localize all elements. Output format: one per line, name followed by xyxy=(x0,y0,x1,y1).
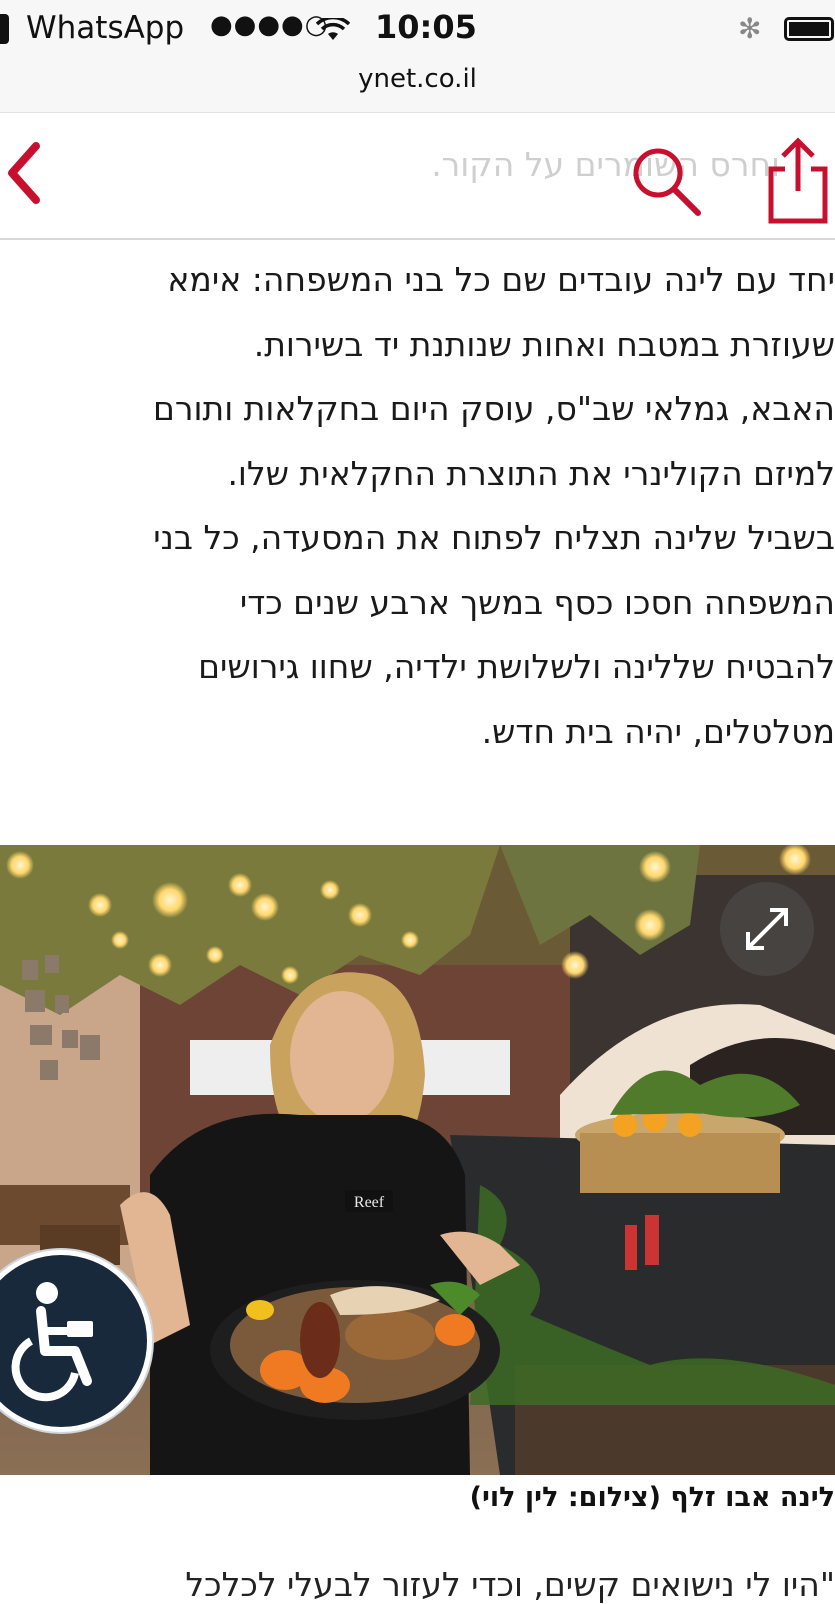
address-bar[interactable]: ynet.co.il xyxy=(0,60,835,113)
faded-teaser-text: וחרס השומרים על הקור. xyxy=(431,145,780,184)
share-icon[interactable] xyxy=(765,135,831,225)
bluetooth-icon: ✻ xyxy=(738,12,762,45)
chevron-left-icon[interactable] xyxy=(4,138,44,208)
search-icon[interactable] xyxy=(628,143,704,219)
article-line: המשפחה חסכו כסף במשך ארבע שנים כדי xyxy=(239,582,835,622)
app-back-indicator xyxy=(0,14,9,44)
wifi-icon xyxy=(316,18,350,40)
article-line: האבא, גמלאי שב"ס, עוסק היום בחקלאות ותור… xyxy=(153,389,835,428)
article-line: להבטיח שללינה ולשלושת ילדיה, שחוו גירושי… xyxy=(198,647,835,686)
expand-icon xyxy=(746,908,788,950)
svg-text:Reef: Reef xyxy=(354,1194,385,1211)
site-header: וחרס השומרים על הקור. xyxy=(0,113,835,240)
photo-caption: לינה אבו זלף (צילום: לין לוי) xyxy=(469,1482,835,1513)
article-next-line: "היו לי נישואים קשים, וכדי לעזור לבעלי ל… xyxy=(185,1565,835,1604)
article-line: מטלטלים, יהיה בית חדש. xyxy=(481,711,835,751)
article-line: בשביל שלינה תצליח לפתוח את המסעדה, כל בנ… xyxy=(153,518,835,557)
status-bar: WhatsApp ●●●●○ 10:05 ✻ xyxy=(0,0,835,60)
expand-photo-button[interactable] xyxy=(720,882,814,976)
article-line: למיזם הקולינרי את התוצרת החקלאית שלו. xyxy=(227,453,835,493)
wheelchair-accessibility-icon xyxy=(11,1282,93,1402)
back-to-app-label[interactable]: WhatsApp xyxy=(26,10,184,46)
article-line: שעוזרת במטבח ואחות שנותנת יד בשירות. xyxy=(253,324,835,364)
battery-icon xyxy=(784,17,834,41)
signal-strength: ●●●●○ xyxy=(210,10,329,40)
clock: 10:05 xyxy=(375,8,477,46)
accessibility-button[interactable] xyxy=(0,1250,152,1432)
url-text[interactable]: ynet.co.il xyxy=(358,64,477,94)
article-body: יחד עם לינה עובדים שם כל בני המשפחה: אימ… xyxy=(0,248,835,764)
article-line: יחד עם לינה עובדים שם כל בני המשפחה: אימ… xyxy=(167,260,835,299)
